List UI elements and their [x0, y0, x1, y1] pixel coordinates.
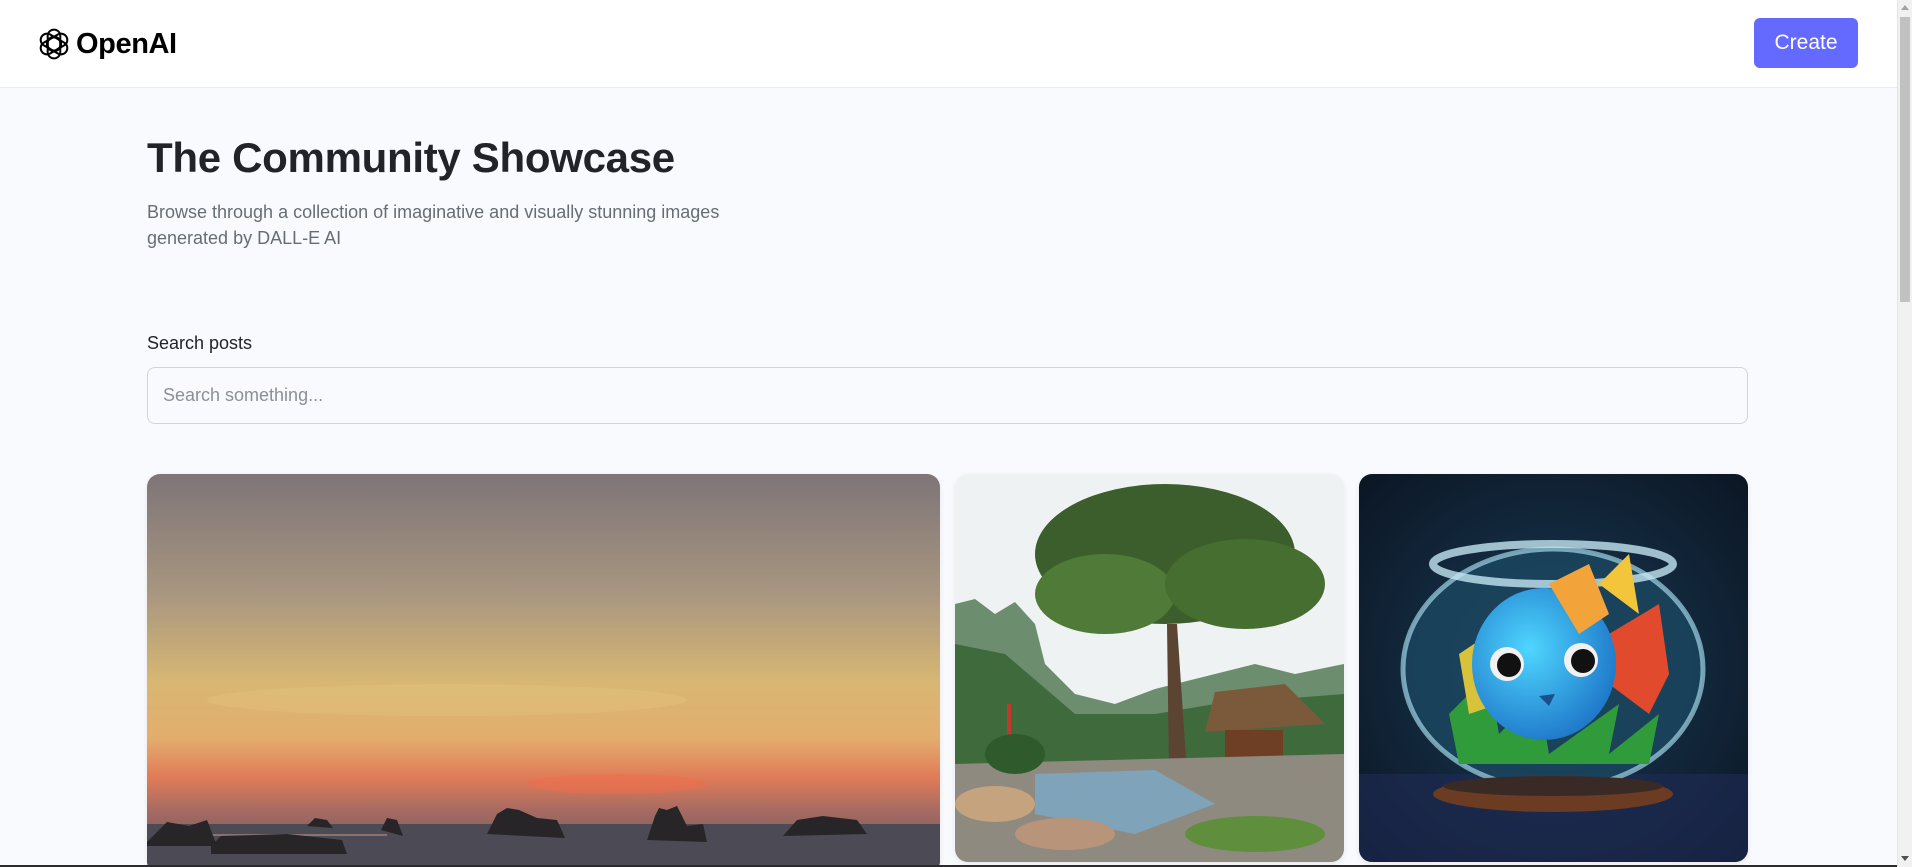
vertical-scrollbar[interactable] — [1897, 0, 1912, 867]
openai-logo-icon — [39, 28, 69, 60]
page: OpenAI Create The Community Showcase Bro… — [0, 0, 1912, 867]
scroll-up-arrow-icon[interactable] — [1901, 5, 1909, 10]
page-subtitle: Browse through a collection of imaginati… — [147, 202, 720, 248]
sunset-image — [147, 474, 940, 867]
gallery-card-fishbowl[interactable] — [1359, 474, 1748, 862]
fishbowl-image — [1359, 474, 1748, 862]
logo-link[interactable]: OpenAI — [36, 26, 177, 62]
top-navbar: OpenAI Create — [0, 0, 1897, 88]
scroll-down-arrow-icon[interactable] — [1901, 856, 1909, 861]
gallery-card-sunset[interactable] — [147, 474, 940, 867]
search-label: Search posts — [147, 333, 253, 353]
create-button[interactable]: Create — [1754, 18, 1858, 68]
logo-text: OpenAI — [76, 27, 177, 60]
page-title: The Community Showcase — [147, 134, 675, 181]
treehouse-image — [955, 474, 1344, 862]
search-input[interactable] — [147, 367, 1748, 424]
scrollbar-thumb[interactable] — [1900, 17, 1910, 302]
gallery-card-treehouse[interactable] — [955, 474, 1344, 862]
